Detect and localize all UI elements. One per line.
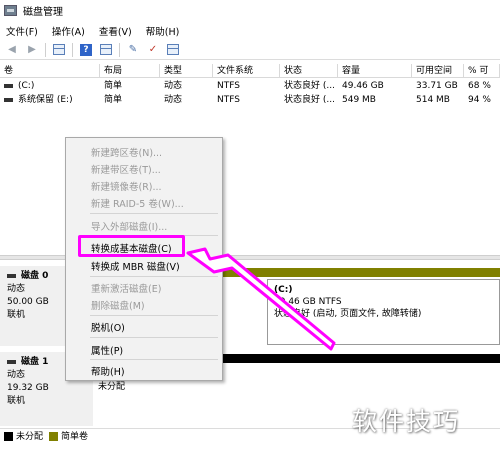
menu-item-new-mirrored[interactable]: 新建镜像卷(R)... bbox=[91, 179, 162, 193]
col-header-filesystem[interactable]: 文件系统 bbox=[213, 64, 280, 77]
volume-percent-free: 94 % bbox=[468, 95, 491, 105]
volume-name: (C:) bbox=[18, 81, 35, 91]
legend-simple-volume: 简单卷 bbox=[49, 429, 88, 442]
volume-status: 状态良好 (... bbox=[284, 81, 335, 91]
drive-icon bbox=[4, 97, 13, 102]
watermark-text: 软件技巧 bbox=[352, 407, 461, 436]
legend-swatch bbox=[49, 432, 59, 441]
volume-capacity: 49.46 GB bbox=[342, 81, 384, 91]
col-header-volume[interactable]: 卷 bbox=[0, 64, 100, 77]
menu-item-offline[interactable]: 脱机(O) bbox=[91, 320, 125, 334]
col-header-free-space[interactable]: 可用空间 bbox=[412, 64, 464, 77]
back-arrow-icon[interactable]: ◀ bbox=[5, 43, 19, 57]
menu-item-new-spanned[interactable]: 新建跨区卷(N)... bbox=[91, 145, 162, 159]
menu-file[interactable]: 文件(F) bbox=[6, 24, 38, 38]
menu-item-delete-disk[interactable]: 删除磁盘(M) bbox=[91, 298, 145, 312]
menu-separator bbox=[90, 315, 218, 316]
partition-status: 未分配 bbox=[98, 382, 126, 392]
menu-separator bbox=[90, 213, 218, 214]
col-header-layout[interactable]: 布局 bbox=[100, 64, 160, 77]
menu-bar: 文件(F) 操作(A) 查看(V) 帮助(H) bbox=[0, 22, 500, 39]
menu-item-import-foreign[interactable]: 导入外部磁盘(I)... bbox=[91, 219, 167, 233]
volume-layout: 简单 bbox=[104, 95, 123, 105]
volume-free-space: 33.71 GB bbox=[416, 81, 458, 91]
partition-title: (C:) bbox=[274, 285, 293, 295]
partition-size-fs: 49.46 GB NTFS bbox=[274, 297, 342, 307]
table-row[interactable]: (C:) 简单 动态 NTFS 状态良好 (... 49.46 GB 33.71… bbox=[0, 80, 500, 93]
disk-management-icon bbox=[4, 4, 17, 16]
legend-unallocated: 未分配 bbox=[4, 429, 43, 442]
toolbar: ◀ ▶ ? ✎ ✓ bbox=[0, 40, 500, 60]
volume-type: 动态 bbox=[164, 81, 183, 91]
disk-status: 联机 bbox=[7, 396, 26, 406]
volume-filesystem: NTFS bbox=[217, 95, 240, 105]
menu-separator bbox=[90, 359, 218, 360]
menu-help[interactable]: 帮助(H) bbox=[146, 24, 180, 38]
forward-arrow-icon[interactable]: ▶ bbox=[25, 43, 39, 57]
volume-filesystem: NTFS bbox=[217, 81, 240, 91]
drive-icon bbox=[4, 83, 13, 88]
partition-status: 状态良好 (启动, 页面文件, 故障转储) bbox=[274, 309, 422, 319]
volume-layout: 简单 bbox=[104, 81, 123, 91]
toolbar-separator bbox=[45, 42, 46, 57]
disk-icon bbox=[7, 359, 16, 364]
col-header-type[interactable]: 类型 bbox=[160, 64, 213, 77]
volume-percent-free: 68 % bbox=[468, 81, 491, 91]
legend-label: 未分配 bbox=[16, 432, 44, 442]
volume-free-space: 514 MB bbox=[416, 95, 450, 105]
menu-item-reactivate[interactable]: 重新激活磁盘(E) bbox=[91, 281, 161, 295]
volume-capacity: 549 MB bbox=[342, 95, 376, 105]
disk-name: 磁盘 1 bbox=[21, 357, 49, 367]
menu-action[interactable]: 操作(A) bbox=[52, 24, 85, 38]
highlight-box bbox=[78, 235, 185, 257]
toolbar-separator bbox=[72, 42, 73, 57]
disk-name: 磁盘 0 bbox=[21, 271, 49, 281]
list-view-icon[interactable] bbox=[99, 43, 113, 57]
window-title: 磁盘管理 bbox=[23, 6, 63, 18]
menu-item-help[interactable]: 帮助(H) bbox=[91, 364, 125, 378]
volume-status: 状态良好 (... bbox=[284, 95, 335, 105]
menu-view[interactable]: 查看(V) bbox=[99, 24, 132, 38]
table-row[interactable]: 系统保留 (E:) 简单 动态 NTFS 状态良好 (... 549 MB 51… bbox=[0, 94, 500, 107]
col-header-percent-free[interactable]: % 可 bbox=[464, 64, 500, 77]
menu-item-new-raid5[interactable]: 新建 RAID-5 卷(W)... bbox=[91, 196, 184, 210]
legend-swatch bbox=[4, 432, 13, 441]
properties-icon[interactable] bbox=[166, 43, 180, 57]
legend-label: 简单卷 bbox=[61, 432, 89, 442]
volume-type: 动态 bbox=[164, 95, 183, 105]
rescan-icon[interactable]: ✎ bbox=[126, 43, 140, 57]
check-icon[interactable]: ✓ bbox=[146, 43, 160, 57]
partition-c[interactable]: (C:) 49.46 GB NTFS 状态良好 (启动, 页面文件, 故障转储) bbox=[267, 279, 500, 345]
disk-icon bbox=[7, 273, 16, 278]
menu-item-new-striped[interactable]: 新建带区卷(T)... bbox=[91, 162, 161, 176]
menu-separator bbox=[90, 276, 218, 277]
console-tree-icon[interactable] bbox=[52, 43, 66, 57]
context-menu: 新建跨区卷(N)... 新建带区卷(T)... 新建镜像卷(R)... 新建 R… bbox=[65, 137, 223, 381]
menu-item-convert-mbr[interactable]: 转换成 MBR 磁盘(V) bbox=[91, 259, 180, 273]
volume-list-header: 卷 布局 类型 文件系统 状态 容量 可用空间 % 可 bbox=[0, 64, 500, 78]
help-icon[interactable]: ? bbox=[79, 43, 93, 57]
menu-separator bbox=[90, 337, 218, 338]
col-header-status[interactable]: 状态 bbox=[280, 64, 338, 77]
title-bar: 磁盘管理 bbox=[0, 0, 500, 20]
disk-size: 19.32 GB bbox=[7, 383, 49, 393]
toolbar-separator bbox=[119, 42, 120, 57]
menu-item-properties[interactable]: 属性(P) bbox=[91, 343, 123, 357]
volume-name: 系统保留 (E:) bbox=[18, 95, 73, 105]
col-header-capacity[interactable]: 容量 bbox=[338, 64, 412, 77]
